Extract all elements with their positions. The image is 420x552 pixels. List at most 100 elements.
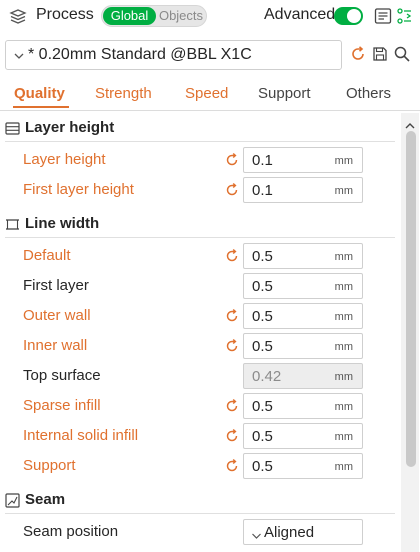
undo-arrow-icon[interactable] [224, 338, 240, 354]
value-input[interactable]: 0.5 mm [243, 393, 363, 419]
field-value: 0.1 [252, 182, 273, 199]
setting-row-support: Support 0.5 mm [0, 451, 400, 481]
setting-row-layer-height: Layer height 0.1 mm [0, 145, 400, 175]
field-value: 0.5 [252, 428, 273, 445]
search-icon[interactable] [393, 45, 411, 63]
tab-quality[interactable]: Quality [14, 85, 65, 102]
undo-arrow-icon[interactable] [224, 308, 240, 324]
setting-label: First layer height [23, 181, 134, 198]
setting-row-inner-wall: Inner wall 0.5 mm [0, 331, 400, 361]
section-divider [5, 237, 395, 238]
unit-label: mm [334, 431, 353, 443]
section-divider [5, 513, 395, 514]
value-input-disabled: 0.42 mm [243, 363, 363, 389]
setting-label: Internal solid infill [23, 427, 139, 444]
setting-label: First layer [23, 277, 89, 294]
unit-label: mm [334, 311, 353, 323]
preset-name: * 0.20mm Standard @BBL X1C [28, 46, 252, 63]
setting-label: Layer height [23, 151, 106, 168]
undo-arrow-icon[interactable] [224, 428, 240, 444]
unit-label: mm [334, 281, 353, 293]
undo-arrow-icon[interactable] [224, 152, 240, 168]
tab-strength[interactable]: Strength [95, 85, 152, 102]
value-input[interactable]: 0.5 mm [243, 453, 363, 479]
unit-label: mm [334, 185, 353, 197]
unit-label: mm [334, 341, 353, 353]
setting-row-top-surface: Top surface 0.42 mm [0, 361, 400, 391]
setting-row-outer-wall: Outer wall 0.5 mm [0, 301, 400, 331]
value-input[interactable]: 0.1 mm [243, 177, 363, 203]
setting-row-first-layer: First layer 0.5 mm [0, 271, 400, 301]
tab-speed[interactable]: Speed [185, 85, 228, 102]
settings-tabs: Quality Strength Speed Support Others [0, 80, 420, 108]
layers-icon [8, 6, 28, 26]
preset-dropdown[interactable]: * 0.20mm Standard @BBL X1C [5, 40, 342, 70]
advanced-toggle[interactable] [334, 7, 363, 25]
section-title: Line width [25, 215, 100, 232]
unit-label: mm [334, 371, 353, 383]
line-width-icon [5, 217, 20, 232]
chevron-down-icon [13, 49, 25, 61]
value-input[interactable]: 0.1 mm [243, 147, 363, 173]
field-value: 0.5 [252, 338, 273, 355]
setting-label: Inner wall [23, 337, 88, 354]
panel-title: Process [36, 6, 94, 23]
global-objects-switch[interactable]: Global Objects [101, 5, 207, 27]
section-divider [5, 141, 395, 142]
section-line-width: Line width [0, 213, 400, 237]
undo-arrow-icon[interactable] [224, 458, 240, 474]
layer-height-icon [5, 121, 20, 136]
setting-label: Sparse infill [23, 397, 101, 414]
field-value: 0.5 [252, 458, 273, 475]
global-option[interactable]: Global [103, 7, 156, 25]
value-input[interactable]: 0.5 mm [243, 273, 363, 299]
setting-label: Seam position [23, 523, 119, 540]
setting-label: Default [23, 247, 71, 264]
setting-row-internal-solid-infill: Internal solid infill 0.5 mm [0, 421, 400, 451]
section-title: Layer height [25, 119, 115, 136]
field-value: 0.5 [252, 398, 273, 415]
value-input[interactable]: 0.5 mm [243, 333, 363, 359]
list-icon[interactable] [373, 6, 393, 26]
section-seam: Seam [0, 489, 400, 513]
compare-icon[interactable] [395, 6, 415, 26]
dropdown-value: Aligned [264, 524, 315, 541]
field-value: 0.5 [252, 248, 273, 265]
setting-row-default: Default 0.5 mm [0, 241, 400, 271]
setting-row-first-layer-height: First layer height 0.1 mm [0, 175, 400, 205]
toggle-knob [347, 9, 361, 23]
advanced-label: Advanced [264, 6, 336, 23]
section-layer-height: Layer height [0, 117, 400, 141]
setting-row-sparse-infill: Sparse infill 0.5 mm [0, 391, 400, 421]
process-header: Process Global Objects Advanced [0, 0, 420, 32]
tab-support[interactable]: Support [258, 85, 311, 102]
save-icon[interactable] [371, 45, 389, 63]
field-value: 0.5 [252, 278, 273, 295]
setting-row-seam-position: Seam position Aligned [0, 517, 400, 547]
unit-label: mm [334, 155, 353, 167]
undo-arrow-icon[interactable] [349, 45, 367, 63]
undo-arrow-icon[interactable] [224, 182, 240, 198]
seam-icon [5, 493, 20, 508]
tab-others[interactable]: Others [346, 85, 391, 102]
value-input[interactable]: 0.5 mm [243, 243, 363, 269]
scroll-up-icon[interactable] [405, 117, 415, 129]
seam-position-dropdown[interactable]: Aligned [243, 519, 363, 545]
undo-arrow-icon[interactable] [224, 398, 240, 414]
unit-label: mm [334, 251, 353, 263]
unit-label: mm [334, 401, 353, 413]
tabs-divider [0, 110, 420, 111]
setting-label: Top surface [23, 367, 101, 384]
value-input[interactable]: 0.5 mm [243, 303, 363, 329]
section-title: Seam [25, 491, 66, 508]
chevron-down-icon [251, 528, 262, 539]
objects-option[interactable]: Objects [157, 7, 205, 25]
undo-arrow-icon[interactable] [224, 248, 240, 264]
active-tab-indicator [13, 106, 69, 108]
setting-label: Outer wall [23, 307, 91, 324]
scroll-thumb[interactable] [406, 131, 416, 467]
unit-label: mm [334, 461, 353, 473]
field-value: 0.1 [252, 152, 273, 169]
value-input[interactable]: 0.5 mm [243, 423, 363, 449]
scrollbar[interactable] [401, 113, 419, 552]
